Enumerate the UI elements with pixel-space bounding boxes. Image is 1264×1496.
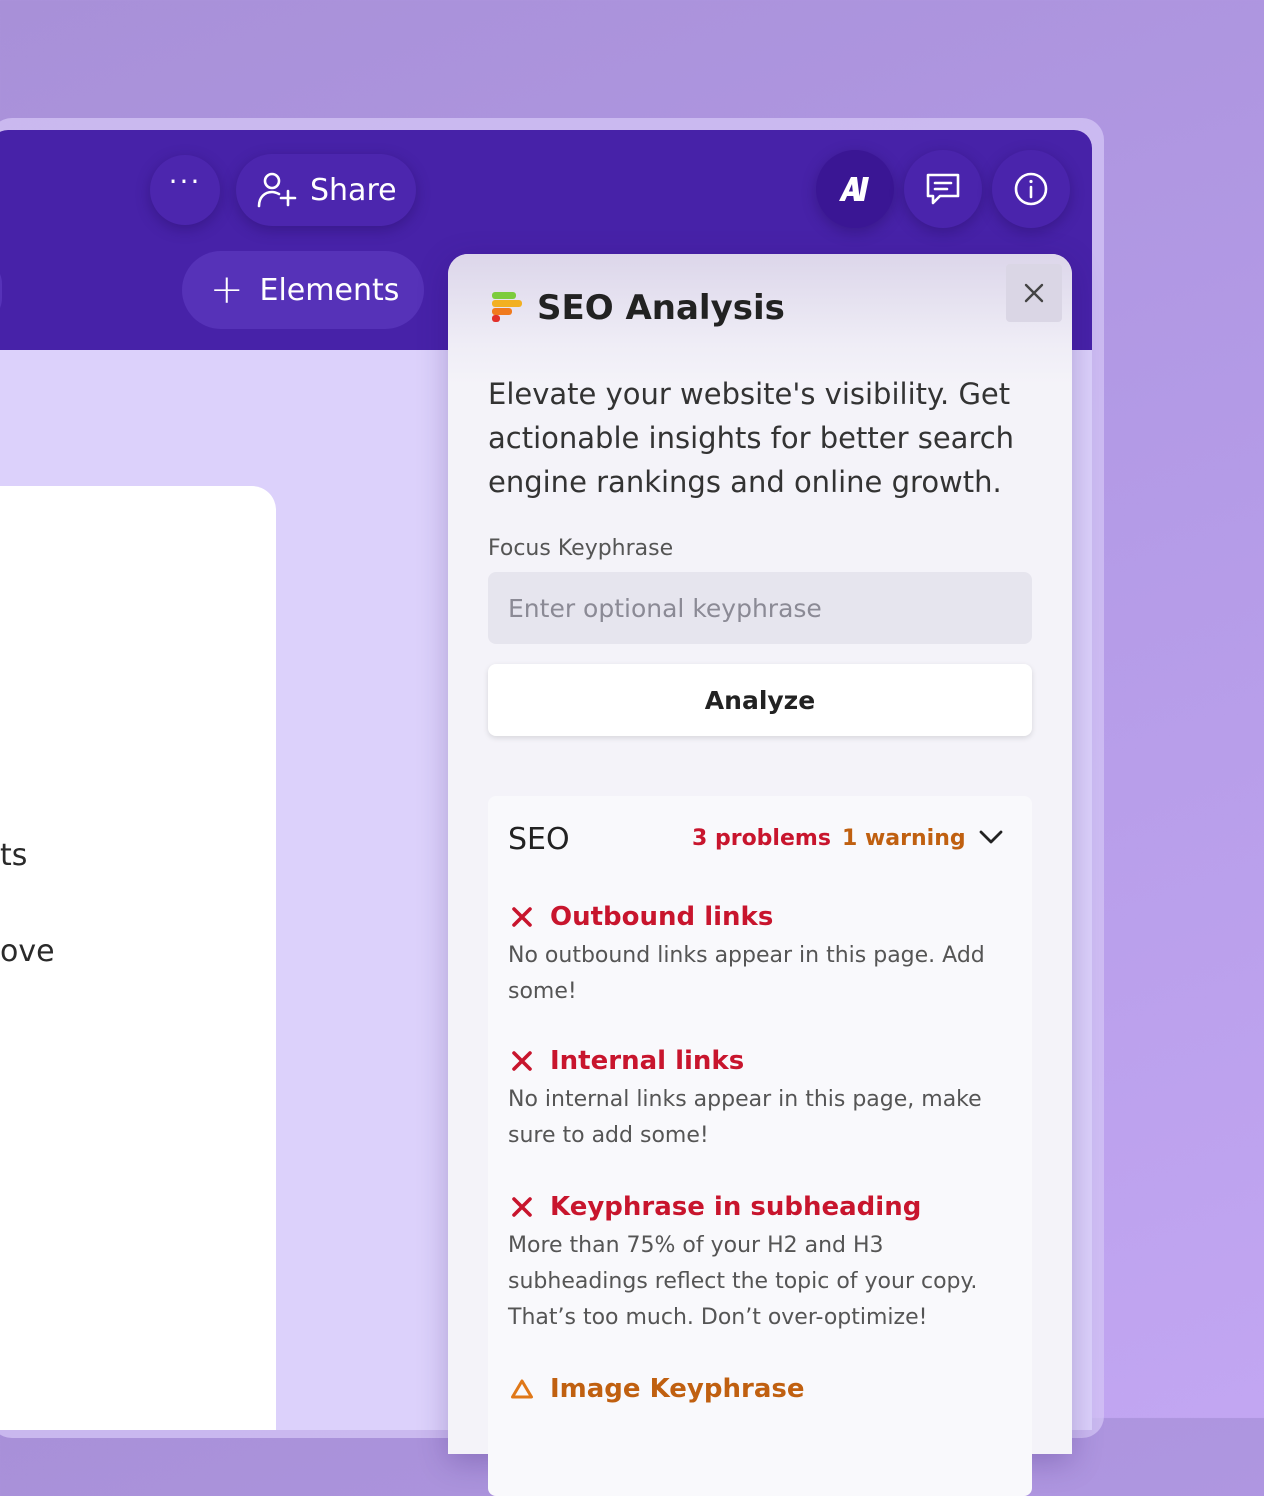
check-title: Outbound links [550, 902, 774, 932]
check-title: Image Keyphrase [550, 1374, 805, 1404]
canvas-text-fragment: ts [0, 838, 28, 873]
seo-results-section: SEO 3 problems 1 warning Outbound links … [488, 796, 1032, 1496]
seo-analysis-panel: SEO Analysis Elevate your website's visi… [448, 254, 1072, 1496]
x-icon [508, 1047, 536, 1075]
seo-logo-icon [492, 292, 522, 322]
warnings-count-badge: 1 warning [842, 826, 966, 851]
focus-keyphrase-label: Focus Keyphrase [488, 536, 674, 561]
panel-title: SEO Analysis [537, 288, 785, 328]
warning-triangle-icon [508, 1375, 536, 1403]
add-user-icon [257, 172, 297, 208]
close-panel-button[interactable] [1006, 264, 1062, 322]
share-button[interactable]: Share [236, 154, 416, 226]
check-description: More than 75% of your H2 and H3 subheadi… [508, 1233, 978, 1330]
info-button[interactable] [992, 150, 1070, 228]
seo-check-item[interactable]: Outbound links No outbound links appear … [508, 902, 1008, 1010]
more-dots-icon: ··· [168, 165, 202, 198]
analyze-button[interactable]: Analyze [488, 664, 1032, 736]
check-title: Keyphrase in subheading [550, 1192, 922, 1222]
x-icon [508, 903, 536, 931]
comment-icon [926, 173, 960, 205]
share-label: Share [310, 172, 397, 208]
problems-count-badge: 3 problems [692, 826, 831, 851]
chevron-down-icon[interactable] [978, 826, 1004, 848]
focus-keyphrase-input[interactable] [488, 572, 1032, 644]
seo-check-item[interactable]: Keyphrase in subheading More than 75% of… [508, 1192, 1008, 1336]
ai-assistant-button[interactable] [816, 150, 894, 228]
comments-button[interactable] [904, 150, 982, 228]
more-options-button[interactable]: ··· [150, 155, 220, 225]
x-icon [508, 1193, 536, 1221]
info-icon [1014, 172, 1048, 206]
check-title: Internal links [550, 1046, 745, 1076]
panel-description: Elevate your website's visibility. Get a… [488, 377, 1015, 499]
canvas-text-fragment: ove [0, 934, 55, 969]
add-elements-button[interactable]: + Elements [182, 251, 424, 329]
elements-label: Elements [259, 272, 400, 308]
seo-section-title: SEO [508, 822, 570, 857]
canvas-page-card[interactable]: ts ove [0, 486, 276, 1430]
close-icon [1024, 283, 1044, 303]
seo-check-item[interactable]: Image Keyphrase [508, 1374, 1008, 1404]
check-description: No internal links appear in this page, m… [508, 1087, 982, 1148]
toolbar-button-partial[interactable] [0, 258, 2, 324]
plus-icon: + [210, 267, 244, 313]
ai-icon [839, 177, 869, 201]
check-description: No outbound links appear in this page. A… [508, 943, 985, 1004]
seo-check-item[interactable]: Internal links No internal links appear … [508, 1046, 1008, 1154]
